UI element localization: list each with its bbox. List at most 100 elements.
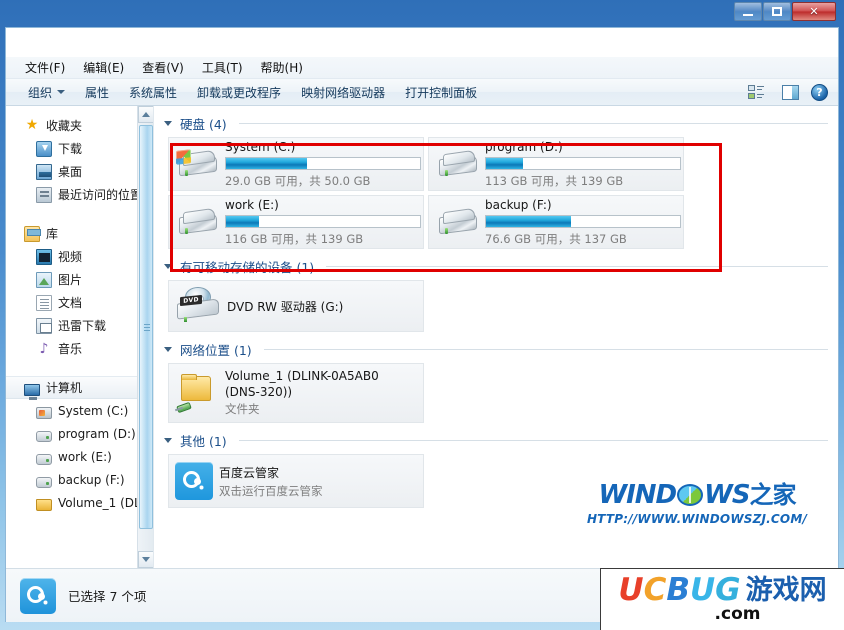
sidebar-item-thunder-download[interactable]: 迅雷下载	[6, 314, 153, 337]
sidebar-item-favorites[interactable]: ★ 收藏夹	[6, 114, 153, 137]
collapse-triangle-icon[interactable]	[164, 264, 172, 269]
sidebar-item-drive-e[interactable]: work (E:)	[6, 445, 153, 468]
menu-help[interactable]: 帮助(H)	[252, 57, 312, 78]
collapse-triangle-icon[interactable]	[164, 438, 172, 443]
sidebar-item-drive-f[interactable]: backup (F:)	[6, 468, 153, 491]
menu-tools[interactable]: 工具(T)	[193, 57, 252, 78]
minimize-button[interactable]	[734, 2, 762, 21]
capacity-bar-fill	[486, 215, 572, 227]
capacity-bar	[485, 214, 681, 228]
sidebar-item-drive-c[interactable]: System (C:)	[6, 399, 153, 422]
open-control-panel-button[interactable]: 打开控制面板	[395, 81, 487, 104]
sidebar-item-libraries[interactable]: 库	[6, 222, 153, 245]
recent-places-icon	[36, 186, 52, 203]
capacity-bar-fill	[226, 215, 259, 227]
help-icon[interactable]: ?	[811, 83, 828, 101]
section-rule	[238, 440, 828, 441]
properties-button[interactable]: 属性	[75, 81, 119, 104]
network-location-tile[interactable]: Volume_1 (DLINK-0A5AB0 (DNS-320)) 文件夹	[168, 363, 424, 423]
scroll-down-button[interactable]	[138, 551, 153, 568]
network-name-line1: Volume_1 (DLINK-0A5AB0	[225, 369, 379, 383]
command-bar: 组织 属性 系统属性 卸载或更改程序 映射网络驱动器 打开控制面板 ?	[6, 79, 838, 106]
section-header-network[interactable]: 网络位置 (1)	[164, 340, 828, 359]
selection-status-text: 已选择 7 个项	[68, 589, 147, 604]
picture-icon	[36, 271, 52, 288]
collapse-triangle-icon[interactable]	[164, 121, 172, 126]
section-header-other[interactable]: 其他 (1)	[164, 431, 828, 450]
close-button[interactable]: ✕	[792, 2, 836, 21]
baidu-info: 百度云管家 双击运行百度云管家	[219, 464, 417, 499]
sidebar-item-drive-d[interactable]: program (D:)	[6, 422, 153, 445]
nav-spacer-2	[6, 362, 153, 376]
section-rule	[326, 266, 828, 267]
brand-letter-u: U	[618, 572, 644, 608]
downloads-icon	[36, 140, 52, 157]
network-name-line2: (DNS-320))	[225, 385, 293, 399]
menu-file[interactable]: 文件(F)	[16, 57, 74, 78]
ucbug-watermark: U C B U G 游戏网 .com	[600, 568, 844, 630]
site-watermark: WIND WS之家 HTTP://WWW.WINDOWSZJ.COM/	[572, 480, 822, 526]
library-icon	[24, 225, 41, 242]
capacity-bar	[225, 156, 421, 170]
map-network-drive-button[interactable]: 映射网络驱动器	[291, 81, 395, 104]
uninstall-change-program-button[interactable]: 卸载或更改程序	[187, 81, 291, 104]
command-bar-right: ?	[748, 83, 832, 101]
maximize-button[interactable]	[763, 2, 791, 21]
window-controls: ✕	[734, 2, 836, 21]
dvd-drive-name: DVD RW 驱动器 (G:)	[227, 299, 344, 314]
menu-edit[interactable]: 编辑(E)	[74, 57, 133, 78]
drive-info: System (C:) 29.0 GB 可用，共 50.0 GB	[225, 140, 421, 189]
sidebar-item-desktop[interactable]: 桌面	[6, 160, 153, 183]
sidebar-item-downloads[interactable]: 下载	[6, 137, 153, 160]
sidebar-item-pictures[interactable]: 图片	[6, 268, 153, 291]
baidu-cloud-tile[interactable]: 百度云管家 双击运行百度云管家	[168, 454, 424, 508]
menu-view[interactable]: 查看(V)	[133, 57, 193, 78]
sidebar-item-label: 库	[46, 227, 59, 241]
section-rule	[238, 123, 828, 124]
hard-drive-icon	[36, 454, 52, 465]
system-properties-button[interactable]: 系统属性	[119, 81, 187, 104]
removable-tile-grid: DVD DVD RW 驱动器 (G:)	[168, 280, 838, 332]
watermark-url: HTTP://WWW.WINDOWSZJ.COM/	[586, 512, 808, 526]
view-options-icon[interactable]	[748, 85, 764, 99]
hard-drive-system-icon	[175, 147, 219, 181]
sidebar-item-documents[interactable]: 文档	[6, 291, 153, 314]
sidebar-item-music[interactable]: ♪ 音乐	[6, 337, 153, 360]
sidebar-item-label: System (C:)	[58, 403, 129, 418]
menu-bar: 文件(F) 编辑(E) 查看(V) 工具(T) 帮助(H)	[6, 57, 838, 79]
document-icon	[36, 294, 52, 311]
scrollbar-thumb[interactable]	[139, 125, 153, 529]
drive-tile-f[interactable]: backup (F:) 76.6 GB 可用，共 137 GB	[428, 195, 684, 249]
hard-drive-icon	[435, 205, 479, 239]
collapse-triangle-icon[interactable]	[164, 347, 172, 352]
drive-capacity-text: 76.6 GB 可用，共 137 GB	[485, 231, 627, 246]
maximize-icon	[772, 7, 782, 16]
star-icon: ★	[25, 116, 39, 133]
organize-button[interactable]: 组织	[18, 81, 75, 104]
preview-pane-icon[interactable]	[782, 84, 799, 100]
navigation-scrollbar[interactable]	[137, 106, 153, 568]
sidebar-item-computer[interactable]: 计算机	[6, 376, 153, 400]
scroll-up-button[interactable]	[138, 106, 153, 123]
drive-tile-grid: System (C:) 29.0 GB 可用，共 50.0 GB program…	[168, 137, 838, 249]
drive-info: program (D:) 113 GB 可用，共 139 GB	[485, 140, 681, 189]
brand-letter-b: B	[666, 572, 690, 608]
section-header-hard-disks[interactable]: 硬盘 (4)	[164, 114, 828, 133]
sidebar-item-label: 文档	[58, 296, 83, 310]
sidebar-item-videos[interactable]: 视频	[6, 245, 153, 268]
drive-tile-c[interactable]: System (C:) 29.0 GB 可用，共 50.0 GB	[168, 137, 424, 191]
drive-tile-e[interactable]: work (E:) 116 GB 可用，共 139 GB	[168, 195, 424, 249]
drive-capacity-text: 113 GB 可用，共 139 GB	[485, 173, 624, 188]
sidebar-item-label: backup (F:)	[58, 472, 125, 487]
sidebar-item-recent-places[interactable]: 最近访问的位置	[6, 183, 153, 206]
section-header-removable[interactable]: 有可移动存储的设备 (1)	[164, 257, 828, 276]
computer-icon	[24, 383, 40, 400]
sidebar-item-label: 迅雷下载	[58, 319, 107, 333]
dvd-drive-tile[interactable]: DVD DVD RW 驱动器 (G:)	[168, 280, 424, 332]
drive-tile-d[interactable]: program (D:) 113 GB 可用，共 139 GB	[428, 137, 684, 191]
sidebar-item-label: 桌面	[58, 165, 83, 179]
sidebar-item-volume-1[interactable]: Volume_1 (DLIN	[6, 491, 153, 514]
desktop-icon	[36, 163, 52, 180]
sidebar-item-label: 视频	[58, 250, 83, 264]
hard-drive-icon	[36, 477, 52, 488]
